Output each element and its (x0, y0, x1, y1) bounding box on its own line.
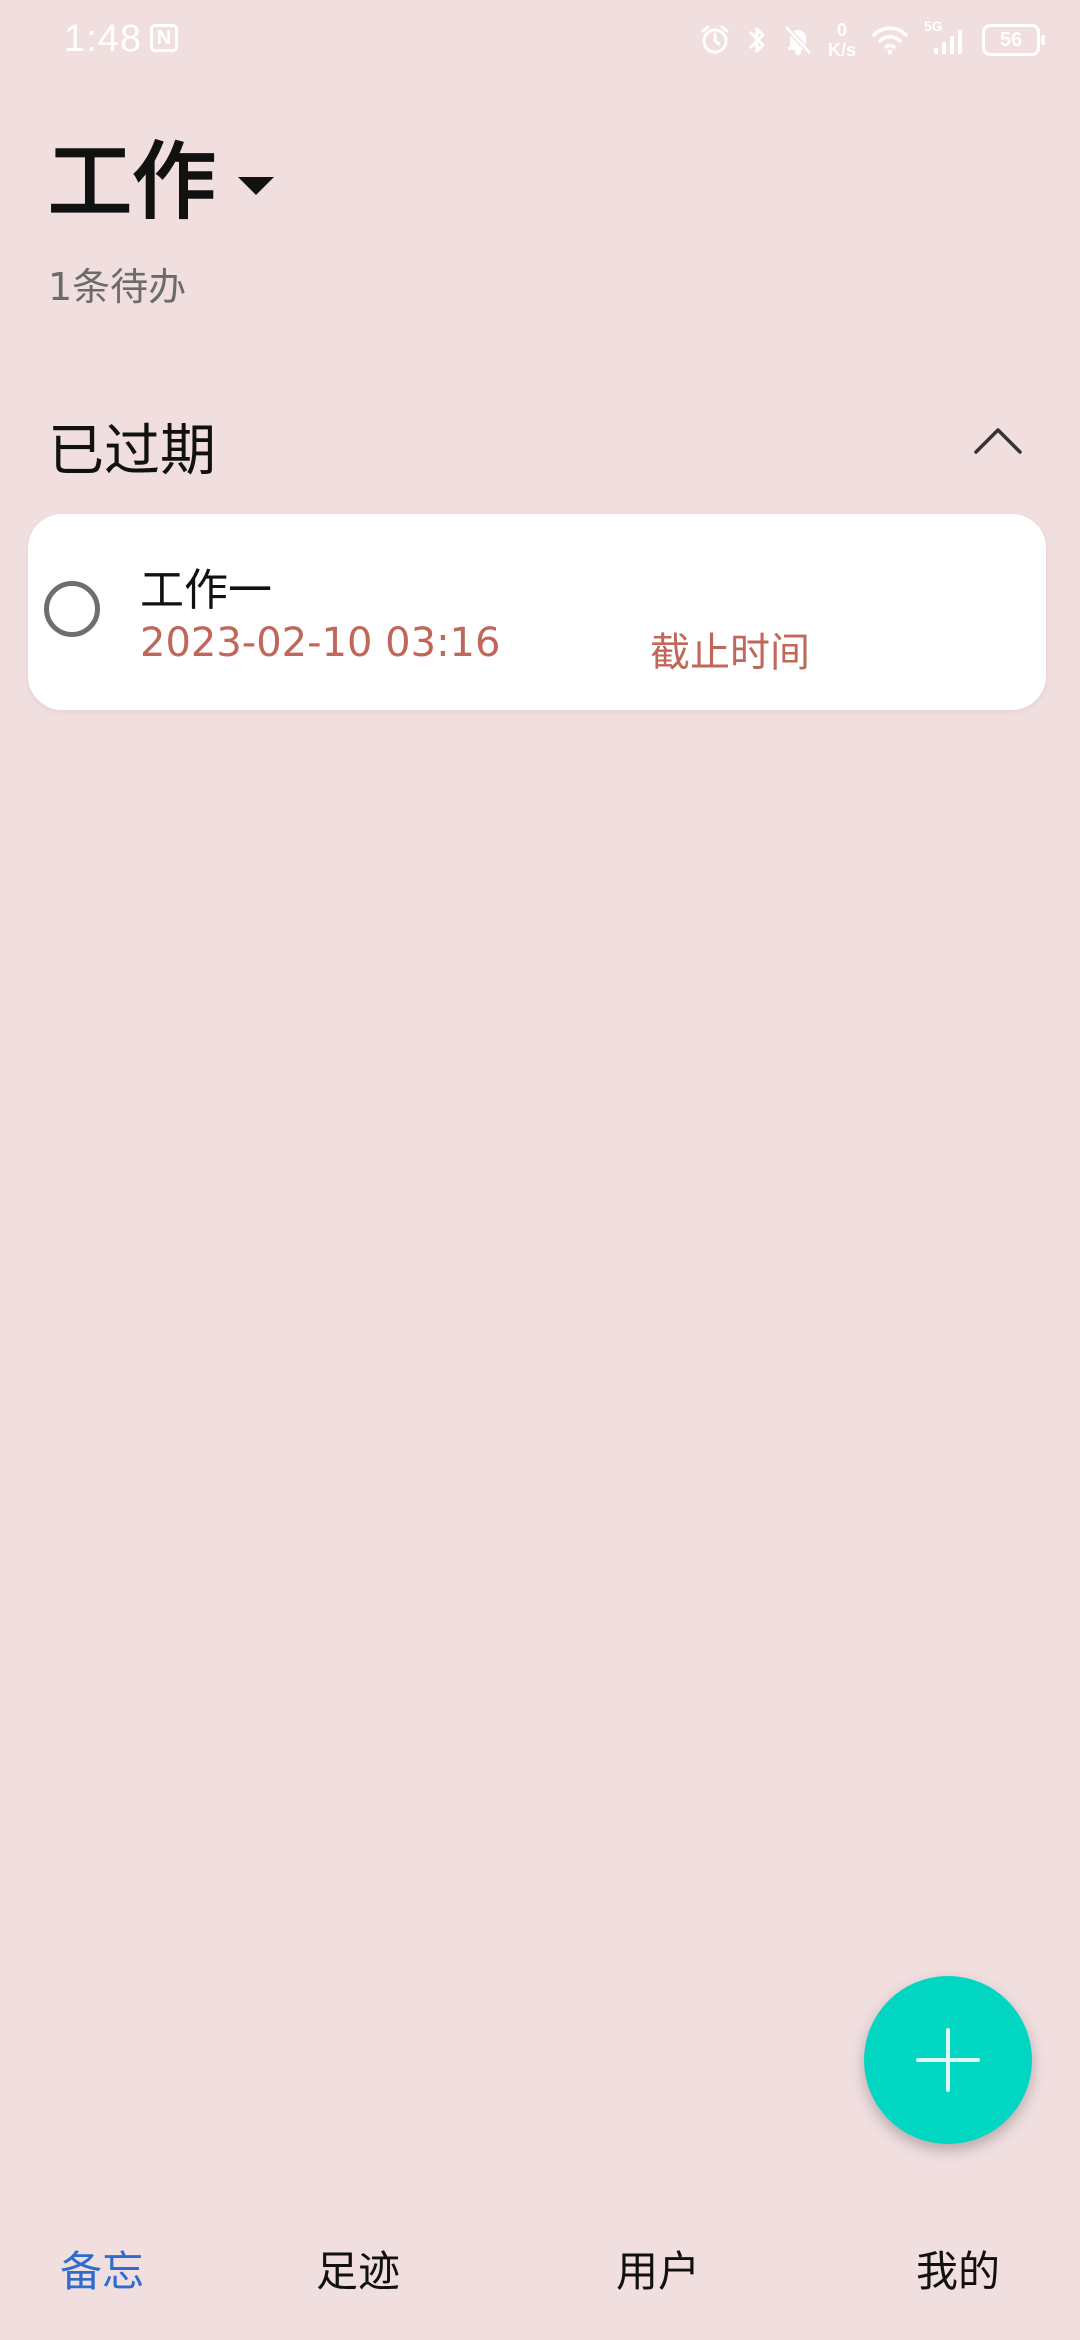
nav-item-memo[interactable]: 备忘 (60, 2238, 144, 2299)
section-title: 已过期 (48, 419, 216, 484)
mute-bell-icon (782, 23, 814, 57)
section-overdue: 已过期 (48, 400, 1028, 484)
plus-icon (916, 2028, 980, 2092)
list-selector[interactable]: 工作 (48, 133, 275, 231)
net-speed: 0 K/s (828, 20, 856, 60)
cell-signal-icon: 5G (924, 18, 968, 58)
add-task-button[interactable] (864, 1976, 1032, 2144)
status-time: 1:48 (64, 18, 142, 60)
nav-item-users[interactable]: 用户 (616, 2238, 700, 2299)
task-item[interactable]: 工作一 2023-02-10 03:16 截止时间 (28, 514, 1046, 710)
nav-item-mine[interactable]: 我的 (916, 2238, 1000, 2299)
nav-item-footprint[interactable]: 足迹 (316, 2238, 400, 2299)
nfc-icon: N (150, 24, 178, 52)
status-bar: 1:48 N 0 K/s 5G 56 (0, 0, 1080, 80)
net-speed-unit: K/s (827, 40, 856, 60)
circle-outline-icon[interactable] (44, 581, 100, 637)
task-date: 2023-02-10 03:16 (140, 620, 501, 666)
task-title: 工作一 (140, 565, 272, 616)
chevron-up-icon[interactable] (968, 412, 1028, 472)
caret-down-icon[interactable] (238, 177, 275, 195)
page-title: 工作 (48, 133, 217, 231)
todo-count: 1条待办 (48, 265, 187, 309)
wifi-icon (870, 23, 910, 57)
alarm-icon (698, 23, 732, 57)
battery-icon: 56 (982, 24, 1045, 56)
bottom-nav: 备忘 足迹 用户 我的 (0, 2220, 1080, 2310)
bluetooth-icon (746, 23, 768, 57)
task-deadline-label: 截止时间 (650, 630, 810, 676)
status-icons: 0 K/s 5G 56 (698, 18, 1045, 62)
net-speed-value: 0 (836, 20, 847, 40)
